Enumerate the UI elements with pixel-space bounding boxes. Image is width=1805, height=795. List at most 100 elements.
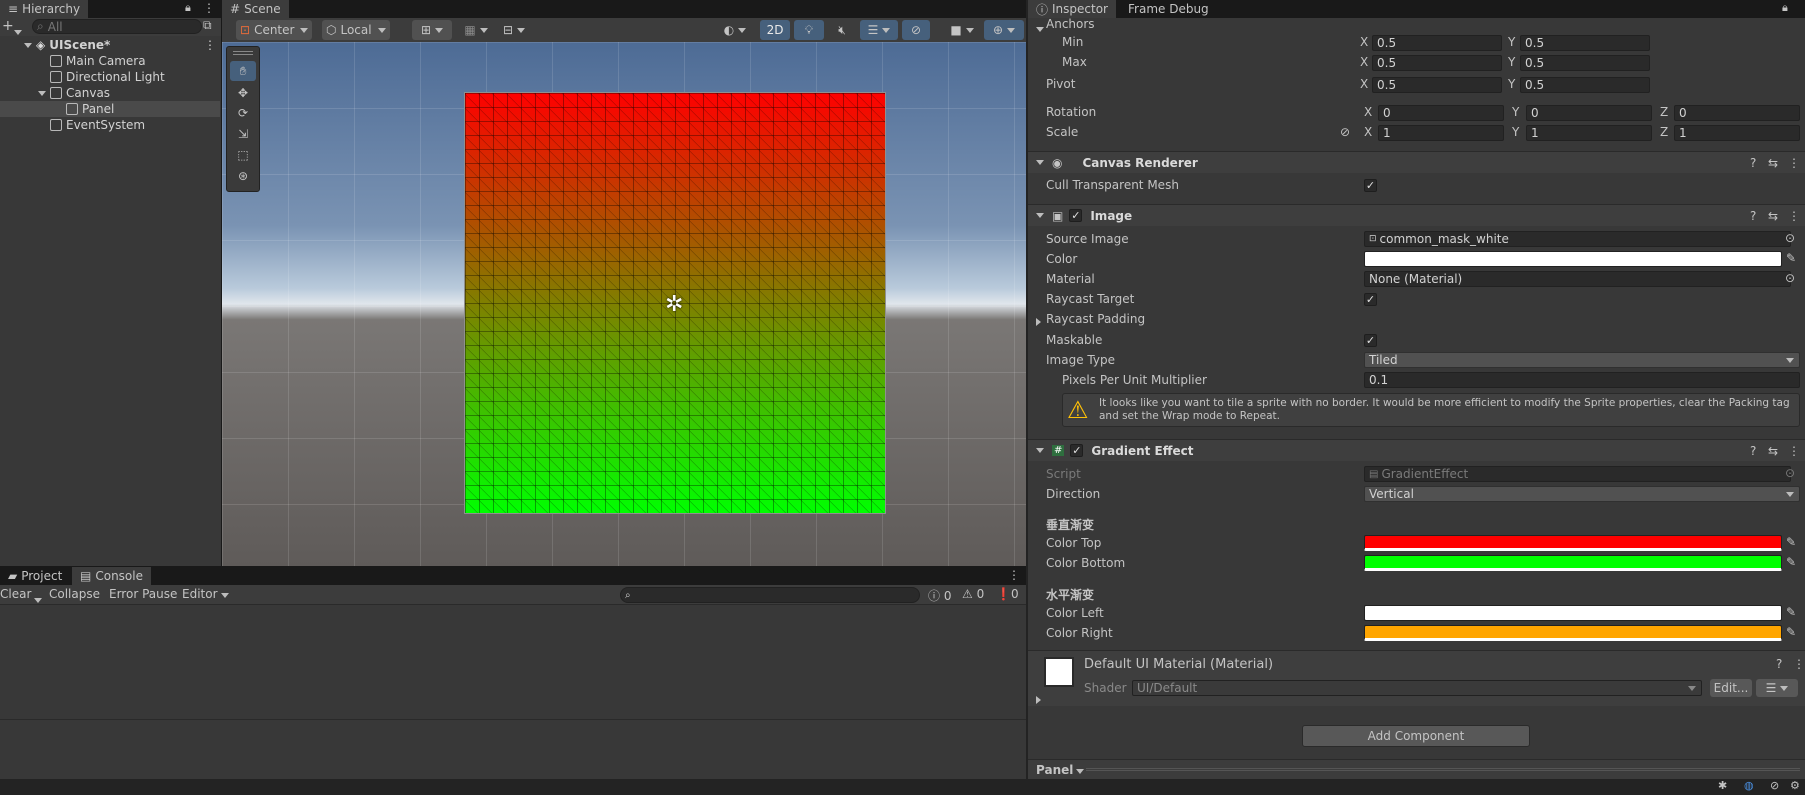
raycast-target-checkbox[interactable]: ✓	[1364, 293, 1377, 306]
kebab-menu-icon[interactable]: ⋮	[203, 1, 215, 15]
ui-panel[interactable]: ✲	[464, 92, 886, 514]
rotation-z[interactable]: 0	[1674, 105, 1800, 121]
settings-icon[interactable]: ⚙	[1790, 779, 1800, 792]
color-right-swatch[interactable]	[1364, 625, 1782, 641]
tab-project[interactable]: ▰ Project	[0, 567, 70, 585]
list-item[interactable]: Canvas	[0, 85, 220, 101]
expand-arrow-icon[interactable]	[24, 42, 32, 48]
eyedropper-icon[interactable]: ✎	[1786, 555, 1796, 569]
kebab-menu-icon[interactable]: ⋮	[1008, 568, 1020, 582]
scale-z[interactable]: 1	[1674, 125, 1800, 141]
console-divider[interactable]	[0, 719, 1026, 720]
preview-dropdown[interactable]: Panel	[1036, 763, 1085, 777]
color-swatch[interactable]	[1364, 251, 1782, 267]
shader-dropdown[interactable]: UI/Default	[1132, 680, 1702, 696]
lock-icon[interactable]: 🔒︎	[185, 1, 191, 15]
camera-dropdown[interactable]: ■	[944, 20, 980, 40]
warning-count[interactable]: ⚠ 0	[962, 587, 984, 601]
audio-toggle[interactable]: 🔇︎	[828, 20, 856, 40]
list-item[interactable]: EventSystem	[0, 117, 220, 133]
draw-mode-button[interactable]: ◐	[718, 20, 752, 40]
lighting-toggle[interactable]: 💡︎	[794, 20, 824, 40]
lock-icon[interactable]: 🔒︎	[1782, 1, 1788, 15]
list-item-selected[interactable]: Panel	[0, 101, 220, 117]
collapse-button[interactable]: Collapse	[49, 587, 100, 601]
material-field[interactable]: None (Material)	[1364, 271, 1791, 287]
tab-hierarchy[interactable]: ≡ Hierarchy	[0, 0, 89, 18]
help-icon[interactable]: ?	[1776, 657, 1782, 671]
kebab-menu-icon[interactable]: ⋮	[204, 38, 216, 52]
gradient-enabled-checkbox[interactable]: ✓	[1070, 444, 1084, 457]
maskable-checkbox[interactable]: ✓	[1364, 334, 1377, 347]
raycast-padding-label[interactable]: Raycast Padding	[1046, 312, 1145, 326]
no-wifi-icon[interactable]: ⊘	[1770, 779, 1779, 792]
image-type-dropdown[interactable]: Tiled	[1364, 352, 1800, 368]
link-icon[interactable]: ⊘	[1340, 125, 1350, 139]
scene-search-icon[interactable]: ⧉	[203, 18, 212, 33]
anchors-foldout-icon[interactable]	[1036, 21, 1044, 35]
anchor-max-y[interactable]: 0.5	[1520, 55, 1650, 71]
color-top-swatch[interactable]	[1364, 535, 1782, 551]
pivot-y[interactable]: 0.5	[1520, 77, 1650, 93]
transform-tool-button[interactable]: ⊛	[230, 166, 256, 186]
list-item[interactable]: Main Camera	[0, 53, 220, 69]
image-header[interactable]: ▣ ✓ Image ? ⇆ ⋮	[1028, 204, 1805, 226]
anchor-min-x[interactable]: 0.5	[1372, 35, 1502, 51]
direction-dropdown[interactable]: Vertical	[1364, 486, 1800, 502]
help-icon[interactable]: ?	[1750, 209, 1756, 223]
foldout-icon[interactable]	[1036, 448, 1044, 453]
rotate-tool-button[interactable]: ⟳	[230, 103, 256, 123]
rotation-x[interactable]: 0	[1378, 105, 1504, 121]
tab-console[interactable]: ▤ Console	[72, 567, 151, 585]
tab-inspector[interactable]: ⓘ Inspector	[1028, 0, 1116, 18]
image-enabled-checkbox[interactable]: ✓	[1069, 209, 1083, 222]
kebab-menu-icon[interactable]: ⋮	[1788, 209, 1800, 223]
rotation-y[interactable]: 0	[1526, 105, 1652, 121]
increment-snap-button[interactable]: ⊟	[494, 20, 534, 40]
foldout-icon[interactable]	[1036, 315, 1041, 329]
info-count[interactable]: ⓘ 0	[928, 587, 951, 604]
chevron-down-icon[interactable]	[14, 24, 22, 38]
search-input[interactable]: ⌕ All	[32, 19, 202, 34]
ppu-field[interactable]: 0.1	[1364, 372, 1800, 388]
cull-transparent-checkbox[interactable]: ✓	[1364, 179, 1377, 192]
add-icon[interactable]: +	[2, 18, 14, 34]
scale-tool-button[interactable]: ⇲	[230, 124, 256, 144]
help-icon[interactable]: ?	[1750, 156, 1756, 170]
scene-root[interactable]: ◈ UIScene* ⋮	[0, 37, 220, 53]
foldout-icon[interactable]	[1036, 160, 1044, 165]
tab-frame-debug[interactable]: Frame Debug	[1120, 0, 1217, 18]
gradient-effect-header[interactable]: # ✓ Gradient Effect ? ⇆ ⋮	[1028, 439, 1805, 461]
kebab-menu-icon[interactable]: ⋮	[1793, 657, 1805, 671]
editor-dropdown[interactable]: Editor	[182, 587, 229, 601]
scale-x[interactable]: 1	[1378, 125, 1504, 141]
edit-shader-button[interactable]: Edit...	[1710, 679, 1752, 697]
bug-icon[interactable]: ✱	[1718, 779, 1727, 792]
scale-y[interactable]: 1	[1526, 125, 1652, 141]
hand-tool-button[interactable]: ✋︎	[230, 61, 256, 81]
2d-toggle[interactable]: 2D	[760, 20, 790, 40]
anchor-min-y[interactable]: 0.5	[1520, 35, 1650, 51]
error-count[interactable]: ❗0	[996, 587, 1019, 601]
rect-tool-button[interactable]: ⬚	[230, 145, 256, 165]
pivot-x[interactable]: 0.5	[1372, 77, 1502, 93]
space-dropdown[interactable]: ⬡ Local	[322, 20, 390, 40]
preset-icon[interactable]: ⇆	[1768, 444, 1778, 458]
anchor-max-x[interactable]: 0.5	[1372, 55, 1502, 71]
list-item[interactable]: Directional Light	[0, 69, 220, 85]
tab-scene[interactable]: # Scene	[222, 0, 289, 18]
shader-options-dropdown[interactable]: ☰	[1756, 679, 1798, 697]
add-component-button[interactable]: Add Component	[1302, 725, 1530, 747]
hidden-objects-toggle[interactable]: ⊘	[902, 20, 930, 40]
color-left-swatch[interactable]	[1364, 605, 1782, 621]
clear-options-dropdown[interactable]	[34, 592, 42, 606]
preset-icon[interactable]: ⇆	[1768, 156, 1778, 170]
palette-handle[interactable]	[233, 51, 253, 55]
console-search-input[interactable]: ⌕	[620, 587, 920, 603]
effects-toggle[interactable]: ☰	[860, 20, 898, 40]
eyedropper-icon[interactable]: ✎	[1786, 251, 1796, 265]
database-icon[interactable]: ◍	[1744, 779, 1754, 792]
eyedropper-icon[interactable]: ✎	[1786, 535, 1796, 549]
foldout-icon[interactable]	[1036, 213, 1044, 218]
clear-button[interactable]: Clear	[0, 587, 31, 601]
